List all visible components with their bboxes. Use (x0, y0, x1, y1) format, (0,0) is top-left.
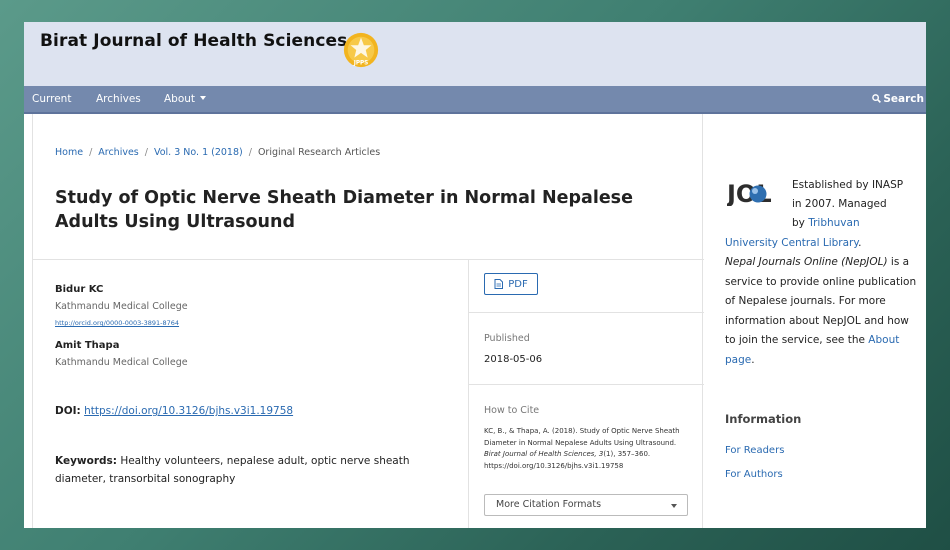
pdf-label: PDF (508, 278, 528, 290)
divider (33, 259, 704, 260)
divider (469, 312, 704, 313)
column-divider (468, 259, 469, 528)
file-pdf-icon (494, 279, 504, 289)
breadcrumb-volume[interactable]: Vol. 3 No. 1 (2018) (154, 147, 243, 158)
nav-current[interactable]: Current (32, 93, 71, 105)
tucl-link[interactable]: University Central Library (725, 237, 858, 249)
author-affiliation: Kathmandu Medical College (55, 357, 188, 368)
tribhuvan-link[interactable]: Tribhuvan (808, 217, 859, 229)
nav-about[interactable]: About (164, 93, 207, 105)
nepjol-intro-2: in 2007. Managed (792, 198, 887, 210)
nepjol-logo-icon[interactable]: JOL (727, 180, 797, 206)
site-header: Birat Journal of Health Sciences JPPS (24, 22, 926, 86)
nav-about-label: About (164, 93, 196, 105)
breadcrumb-archives[interactable]: Archives (98, 147, 139, 158)
site-title[interactable]: Birat Journal of Health Sciences (40, 31, 347, 51)
nepjol-description: Nepal Journals Online (NepJOL) is a serv… (725, 256, 917, 366)
logo-text: JPPS (353, 60, 369, 66)
article-main: Home / Archives / Vol. 3 No. 1 (2018) / Origin… (32, 114, 704, 528)
citation-formats-dropdown[interactable]: More Citation Formats (484, 494, 688, 516)
browser-page: Birat Journal of Health Sciences JPPS Cu… (24, 22, 926, 528)
author-affiliation: Kathmandu Medical College (55, 301, 188, 312)
chevron-down-icon (200, 96, 207, 100)
keywords-label: Keywords: (55, 455, 117, 467)
sidebar: JOL Established by INASP in 2007. Manage… (703, 114, 926, 528)
for-readers-link[interactable]: For Readers (725, 445, 784, 456)
breadcrumb-section: Original Research Articles (257, 147, 381, 158)
how-to-cite-label: How to Cite (484, 405, 540, 416)
nepjol-intro-3: by Tribhuvan (792, 217, 860, 229)
doi-label: DOI: (55, 405, 81, 417)
citation-formats-label: More Citation Formats (496, 499, 602, 510)
orcid-link[interactable]: http://orcid.org/0000-0003-3891-8764 (55, 319, 179, 327)
nav-search-label: Search (883, 93, 924, 105)
author-name: Amit Thapa (55, 340, 120, 351)
breadcrumb: Home / Archives / Vol. 3 No. 1 (2018) / Origin… (55, 147, 381, 158)
author-name: Bidur KC (55, 284, 104, 295)
main-navbar: Current Archives About Search (24, 86, 926, 114)
doi-line: DOI: https://doi.org/10.3126/bjhs.v3i1.1… (55, 405, 293, 417)
divider (469, 384, 704, 385)
nav-archives[interactable]: Archives (96, 93, 141, 105)
doi-link[interactable]: https://doi.org/10.3126/bjhs.v3i1.19758 (84, 405, 293, 417)
pdf-button[interactable]: PDF (484, 273, 538, 295)
search-icon (872, 94, 882, 103)
breadcrumb-home[interactable]: Home (55, 147, 83, 158)
published-date: 2018-05-06 (484, 354, 543, 365)
nav-search[interactable]: Search (872, 93, 924, 105)
nepjol-intro-1: Established by INASP (792, 179, 904, 191)
for-authors-link[interactable]: For Authors (725, 469, 783, 480)
nepjol-intro-4: University Central Library. (725, 237, 862, 249)
journal-logo-icon[interactable]: JPPS (342, 31, 380, 69)
chevron-down-icon (671, 504, 677, 508)
keywords: Keywords: Healthy volunteers, nepalese a… (55, 452, 435, 488)
page-title: Study of Optic Nerve Sheath Diameter in … (55, 188, 633, 232)
information-heading: Information (725, 412, 802, 426)
published-label: Published (484, 333, 530, 344)
citation-text: KC, B., & Thapa, A. (2018). Study of Opt… (484, 427, 680, 470)
page-content: Home / Archives / Vol. 3 No. 1 (2018) / Origin… (24, 114, 926, 528)
